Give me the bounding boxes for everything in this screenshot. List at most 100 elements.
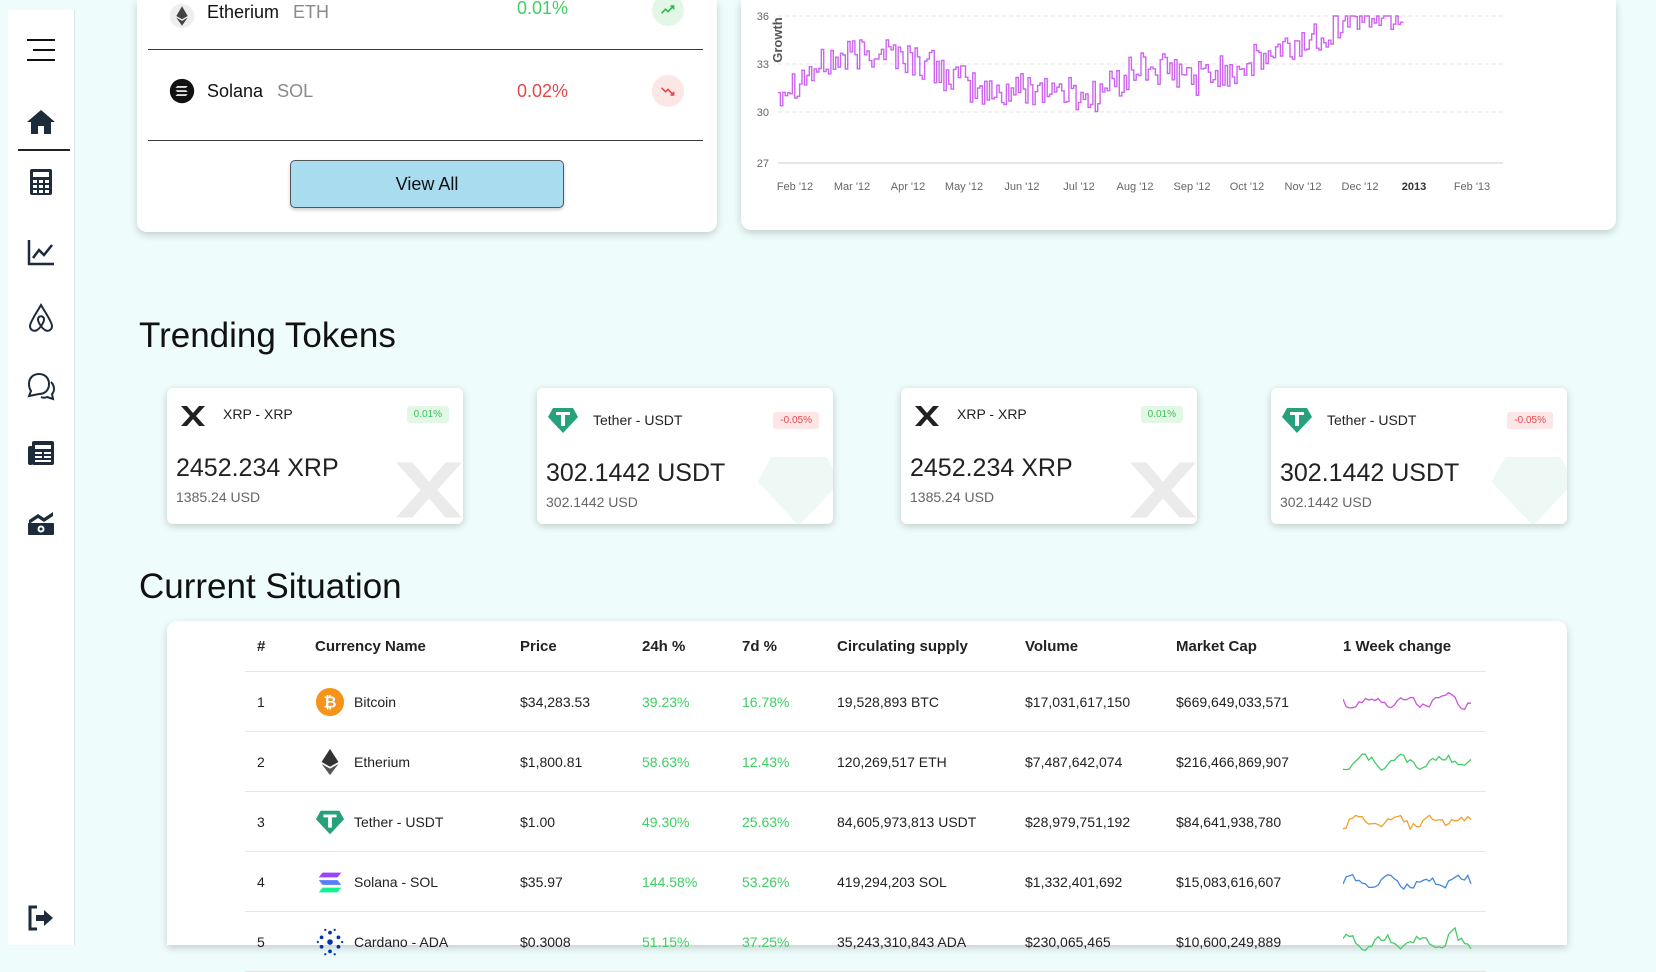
watchlist-card: Etherium ETH 0.01% Solana SOL 0.02% View…: [137, 0, 717, 232]
currency-name-cell: Etherium: [315, 731, 520, 792]
token-change-badge: -0.05%: [773, 412, 819, 429]
menu-icon[interactable]: [8, 30, 74, 70]
change-7d-cell: 53.26%: [742, 851, 837, 912]
supply-cell: 84,605,973,813 USDT: [837, 791, 1025, 852]
calculator-icon[interactable]: [8, 162, 74, 202]
x-tick-label: Nov '12: [1285, 181, 1322, 193]
price-cell: $34,283.53: [520, 671, 642, 732]
token-amount: 2452.234 XRP: [910, 454, 1073, 482]
table-row[interactable]: 5 Cardano - ADA $0.3008 51.15% 37.25% 35,243,…: [245, 911, 1486, 972]
news-icon[interactable]: [8, 433, 74, 473]
token-change-badge: 0.01%: [406, 406, 449, 423]
volume-cell: $7,487,642,074: [1025, 731, 1176, 792]
token-name: Tether - USDT: [1327, 412, 1417, 428]
chart-line-icon[interactable]: [8, 232, 74, 272]
logout-icon[interactable]: [8, 898, 74, 938]
tether-watermark-icon: [1491, 457, 1567, 524]
xrp-icon: [181, 406, 205, 426]
change-7d-cell: 37.25%: [742, 911, 837, 972]
chat-icon[interactable]: [8, 366, 74, 406]
table-header-row: # Currency Name Price 24h % 7d % Circula…: [245, 621, 1486, 672]
token-usd: 302.1442 USD: [546, 494, 638, 510]
token-change-badge: 0.01%: [1140, 406, 1183, 423]
currency-name: Tether - USDT: [354, 813, 444, 830]
token-card[interactable]: Tether - USDT -0.05% 302.1442 USDT 302.1…: [1271, 388, 1567, 524]
cardano-icon: [315, 927, 354, 957]
supply-cell: 19,528,893 BTC: [837, 671, 1025, 732]
x-tick-label: Dec '12: [1342, 181, 1379, 193]
token-usd: 1385.24 USD: [910, 489, 995, 505]
x-tick-label: Oct '12: [1230, 181, 1265, 193]
x-tick-label: 2013: [1402, 181, 1426, 193]
rank-cell: 4: [245, 851, 315, 912]
col-market-cap[interactable]: Market Cap: [1176, 621, 1343, 672]
supply-cell: 35,243,310,843 ADA: [837, 911, 1025, 972]
airbnb-icon[interactable]: [8, 298, 74, 338]
sparkline-cell: [1342, 791, 1486, 852]
supply-cell: 120,269,517 ETH: [837, 731, 1025, 792]
tether-icon: [315, 807, 354, 837]
col-currency-name[interactable]: Currency Name: [315, 621, 520, 672]
y-tick-label: 30: [757, 107, 769, 119]
currency-name: Etherium: [354, 753, 411, 770]
token-change-badge: -0.05%: [1507, 412, 1553, 429]
currency-table: # Currency Name Price 24h % 7d % Circula…: [245, 621, 1486, 972]
svg-text:₿: ₿: [324, 693, 337, 711]
supply-cell: 419,294,203 SOL: [837, 851, 1025, 912]
growth-chart: 27 30 33 36 Feb '12 Mar '12 Apr '12 May '12 Jun…: [757, 11, 1503, 193]
x-tick-label: Mar '12: [834, 181, 870, 193]
token-amount: 302.1442 USDT: [546, 459, 726, 487]
currency-name: Bitcoin: [354, 693, 397, 710]
ethereum-icon: [169, 3, 195, 29]
token-card[interactable]: XRP - XRP 0.01% 2452.234 XRP 1385.24 USD: [901, 388, 1197, 524]
change-7d-cell: 12.43%: [742, 731, 837, 792]
col-24h[interactable]: 24h %: [642, 621, 742, 672]
coin-name: Solana: [207, 80, 264, 101]
tether-icon: [548, 408, 578, 433]
money-icon[interactable]: [8, 502, 74, 542]
currency-name: Cardano - ADA: [354, 933, 449, 950]
view-all-button[interactable]: View All: [290, 160, 564, 208]
col-rank[interactable]: #: [245, 621, 315, 672]
xrp-watermark-icon: [396, 462, 462, 518]
currency-name-cell: Tether - USDT: [315, 791, 520, 852]
col-7d[interactable]: 7d %: [742, 621, 837, 672]
token-card[interactable]: XRP - XRP 0.01% 2452.234 XRP 1385.24 USD: [167, 388, 463, 524]
rank-cell: 2: [245, 731, 315, 792]
growth-chart-card: 27 30 33 36 Feb '12 Mar '12 Apr '12 May '12 Jun…: [741, 0, 1616, 230]
coin-name: Etherium: [207, 1, 280, 22]
trend-up-icon: [652, 0, 684, 26]
watchlist-row[interactable]: Etherium ETH 0.01%: [147, 0, 702, 30]
table-row[interactable]: 4 Solana - SOL $35.97 144.58% 53.26% 419,294,…: [245, 851, 1486, 912]
change-24h-cell: 51.15%: [642, 911, 742, 972]
coin-change: 0.02%: [517, 80, 569, 101]
price-cell: $1,800.81: [520, 731, 642, 792]
market-cap-cell: $669,649,033,571: [1176, 671, 1343, 732]
token-card[interactable]: Tether - USDT -0.05% 302.1442 USDT 302.1…: [537, 388, 833, 524]
x-tick-label: Apr '12: [891, 181, 926, 193]
table-row[interactable]: 1 ₿ Bitcoin $34,283.53 39.23% 16.78% 19,528,89…: [245, 671, 1486, 732]
col-week-change[interactable]: 1 Week change: [1343, 621, 1486, 672]
col-price[interactable]: Price: [520, 621, 642, 672]
x-tick-label: Aug '12: [1117, 181, 1154, 193]
sparkline-cell: [1342, 671, 1486, 732]
sidebar-divider: [18, 149, 70, 151]
change-24h-cell: 49.30%: [642, 791, 742, 852]
table-row[interactable]: 2 Etherium $1,800.81 58.63% 12.43% 120,269,51…: [245, 731, 1486, 792]
rank-cell: 1: [245, 671, 315, 732]
tether-icon: [1282, 408, 1312, 433]
currency-name-cell: ₿ Bitcoin: [315, 671, 520, 732]
col-supply[interactable]: Circulating supply: [837, 621, 1025, 672]
situation-table-card: # Currency Name Price 24h % 7d % Circula…: [167, 621, 1567, 972]
bitcoin-icon: ₿: [315, 687, 354, 717]
week-sparkline: [1342, 814, 1472, 831]
price-cell: $1.00: [520, 791, 642, 852]
token-usd: 302.1442 USD: [1280, 494, 1372, 510]
home-icon[interactable]: [8, 102, 74, 142]
volume-cell: $1,332,401,692: [1025, 851, 1176, 912]
watchlist-row[interactable]: Solana SOL 0.02%: [147, 75, 702, 107]
week-sparkline: [1342, 873, 1472, 890]
col-volume[interactable]: Volume: [1025, 621, 1176, 672]
change-7d-cell: 25.63%: [742, 791, 837, 852]
table-row[interactable]: 3 Tether - USDT $1.00 49.30% 25.63% 84,605,97…: [245, 791, 1486, 852]
